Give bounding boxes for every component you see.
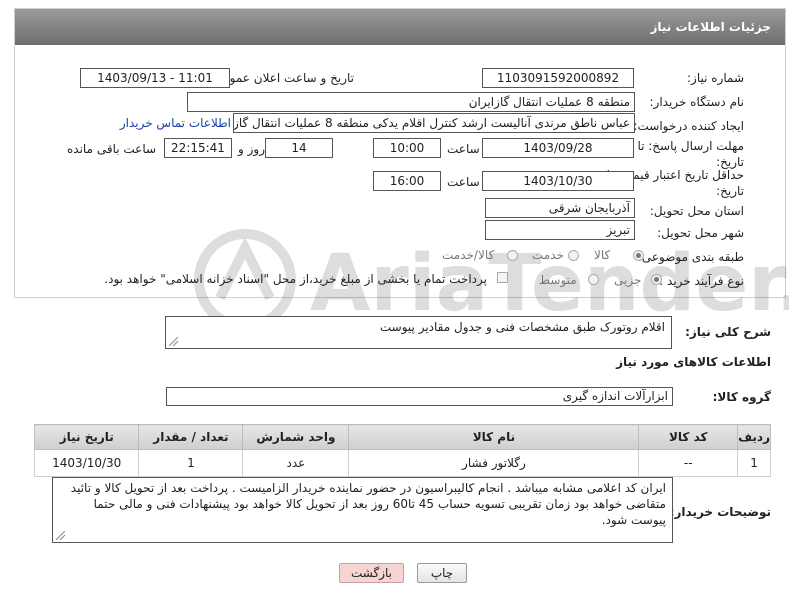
category-service-label: خدمت [532,248,564,262]
category-goods-radio[interactable] [633,250,644,261]
remaining-time-label: ساعت باقی مانده [67,142,157,156]
need-number-field[interactable]: 1103091592000892 [482,68,634,88]
col-unit-header: واحد شمارش [242,424,350,450]
summary-text: اقلام روتورک طبق مشخصات فنی و جدول مقادی… [379,320,665,334]
announce-field[interactable]: 1403/09/13 - 11:01 [80,68,230,88]
table-row[interactable]: 1 -- رگلاتور فشار عدد 1 1403/10/30 [33,449,771,477]
process-medium-label: متوسط [539,273,577,287]
validity-time-label: ساعت [447,175,480,189]
category-label: طبقه بندی موضوعی: [637,250,744,264]
panel-title: جزئیات اطلاعات نیاز [650,20,771,34]
col-qty-header: تعداد / مقدار [138,424,244,450]
resize-grip-icon[interactable] [56,531,65,540]
back-button[interactable]: بازگشت [339,563,404,583]
goods-section-title: اطلاعات کالاهای مورد نیاز [616,355,771,369]
creator-field[interactable]: عباس ناطق مرندی آنالیست ارشد کنترل اقلام… [233,113,635,133]
buyer-notes-label: توضیحات خریدار: [669,505,771,519]
process-minor-radio[interactable] [651,274,662,285]
cell-qty: 1 [138,449,244,477]
province-label: استان محل تحویل: [649,204,744,218]
province-field[interactable]: آذربایجان شرقی [485,198,635,218]
deadline-date-field[interactable]: 1403/09/28 [482,138,634,158]
goods-group-field[interactable]: ابزارآلات اندازه گیری [166,387,673,406]
validity-date-label: تاریخ: [716,184,744,198]
col-name-header: نام کالا [348,424,640,450]
cell-date: 1403/10/30 [33,449,140,477]
category-goods-label: کالا [594,248,611,262]
col-row-header: ردیف [737,424,771,450]
days-remaining-field[interactable]: 14 [265,138,333,158]
summary-label: شرح کلی نیاز: [685,325,771,339]
treasury-payment-checkbox[interactable] [497,272,508,283]
city-label: شهر محل تحویل: [657,226,744,240]
deadline-label: مهلت ارسال پاسخ: تا [637,139,744,153]
buyer-notes-text: ایران کد اعلامی مشابه میباشد . انجام کال… [70,481,666,527]
process-medium-radio[interactable] [588,274,599,285]
resize-grip-icon[interactable] [169,337,178,346]
validity-time-field[interactable]: 16:00 [373,171,441,191]
summary-textarea[interactable]: اقلام روتورک طبق مشخصات فنی و جدول مقادی… [165,316,672,349]
city-field[interactable]: تبریز [485,220,635,240]
cell-name: رگلاتور فشار [348,449,640,477]
deadline-time-field[interactable]: 10:00 [373,138,441,158]
buyer-org-field[interactable]: منطقه 8 عملیات انتقال گازایران [187,92,635,112]
treasury-payment-note: پرداخت تمام یا بخشی از مبلغ خرید،از محل … [104,272,487,286]
category-service-radio[interactable] [568,250,579,261]
process-type-label: نوع فرآیند خرید : [659,274,744,288]
buyer-contact-link[interactable]: اطلاعات تماس خریدار [120,116,231,130]
cell-unit: عدد [242,449,350,477]
goods-table: ردیف کد کالا نام کالا واحد شمارش تعداد /… [33,424,771,477]
remaining-time-field[interactable]: 22:15:41 [164,138,232,158]
goods-group-label: گروه کالا: [712,390,771,404]
deadline-time-label: ساعت [447,142,480,156]
cell-code: -- [638,449,739,477]
buyer-org-label: نام دستگاه خریدار: [649,95,745,109]
table-header-row: ردیف کد کالا نام کالا واحد شمارش تعداد /… [33,424,771,450]
col-code-header: کد کالا [638,424,739,450]
category-both-radio[interactable] [507,250,518,261]
panel-header: جزئیات اطلاعات نیاز [15,9,785,45]
validity-date-field[interactable]: 1403/10/30 [482,171,634,191]
creator-label: ایجاد کننده درخواست: [633,119,744,133]
category-both-label: کالا/خدمت [442,248,495,262]
deadline-date-label: تاریخ: [716,155,744,169]
buyer-notes-textarea[interactable]: ایران کد اعلامی مشابه میباشد . انجام کال… [52,477,673,543]
days-label: روز و [238,142,265,156]
announce-label: تاریخ و ساعت اعلان عمومی: [209,71,354,85]
print-button[interactable]: چاپ [417,563,467,583]
process-minor-label: جزیی [614,273,642,287]
need-number-label: شماره نیاز: [687,71,744,85]
cell-row: 1 [737,449,771,477]
col-date-header: تاریخ نیاز [33,424,140,450]
